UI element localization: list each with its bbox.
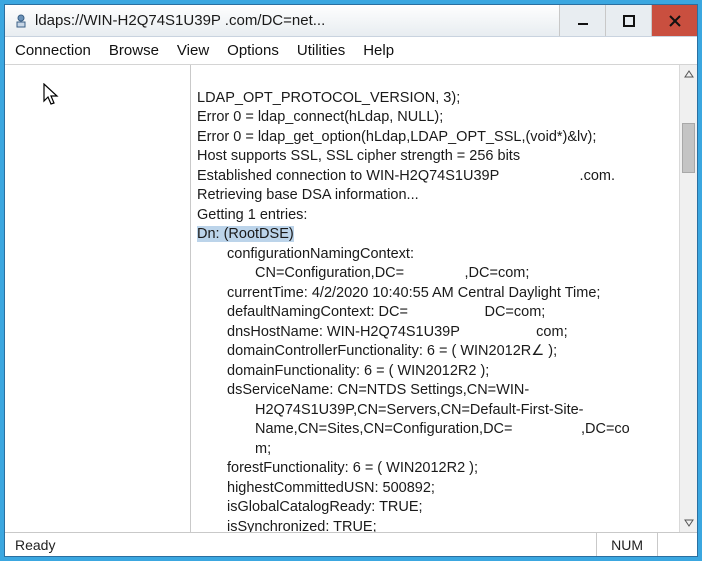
log-attr: configurationNamingContext: [197,245,673,265]
scroll-down-button[interactable] [680,514,697,532]
log-attr: isGlobalCatalogReady: TRUE; [197,498,673,518]
log-attr: forestFunctionality: 6 = ( WIN2012R2 ); [197,459,673,479]
log-line: Host supports SSL, SSL cipher strength =… [197,148,520,164]
log-line-rootdse: Dn: (RootDSE) [197,226,294,242]
log-attr: highestCommittedUSN: 500892; [197,479,673,499]
log-attr: domainControllerFunctionality: 6 = ( WIN… [197,342,673,362]
window-controls [559,5,697,36]
menu-browse[interactable]: Browse [109,42,159,59]
log-attr: isSynchronized: TRUE; [197,518,673,533]
log-attr: CN=Configuration,DC= ,DC=com; [197,264,673,284]
log-attr: H2Q74S1U39P,CN=Servers,CN=Default-First-… [197,401,673,421]
log-attr: m; [197,440,673,460]
menu-connection[interactable]: Connection [15,42,91,59]
cursor-icon [43,83,61,110]
log-attr: Name,CN=Sites,CN=Configuration,DC= ,DC=c… [197,420,673,440]
menu-view[interactable]: View [177,42,209,59]
menubar: Connection Browse View Options Utilities… [5,37,697,65]
menu-help[interactable]: Help [363,42,394,59]
log-line: Error 0 = ldap_get_option(hLdap,LDAP_OPT… [197,129,596,145]
log-attr: defaultNamingContext: DC= DC=com; [197,303,673,323]
app-icon [13,13,29,29]
log-line: Error 0 = ldap_connect(hLdap, NULL); [197,109,443,125]
menu-options[interactable]: Options [227,42,279,59]
status-ready: Ready [15,537,55,553]
tree-pane[interactable] [5,65,191,532]
close-button[interactable] [651,5,697,36]
scroll-up-button[interactable] [680,65,697,83]
scroll-track[interactable] [680,83,697,514]
log-attr: domainFunctionality: 6 = ( WIN2012R2 ); [197,362,673,382]
log-line: Retrieving base DSA information... [197,187,419,203]
maximize-button[interactable] [605,5,651,36]
log-line: LDAP_OPT_PROTOCOL_VERSION, 3); [197,90,460,106]
minimize-button[interactable] [559,5,605,36]
status-num: NUM [596,533,657,556]
scroll-thumb[interactable] [682,123,695,173]
vertical-scrollbar[interactable] [679,65,697,532]
titlebar[interactable]: ldaps://WIN-H2Q74S1U39P .com/DC=net... [5,5,697,37]
statusbar: Ready NUM [5,532,697,556]
log-output[interactable]: LDAP_OPT_PROTOCOL_VERSION, 3); Error 0 =… [191,65,679,532]
app-window: ldaps://WIN-H2Q74S1U39P .com/DC=net... C… [4,4,698,557]
log-line: Established connection to WIN-H2Q74S1U39… [197,168,615,184]
window-title: ldaps://WIN-H2Q74S1U39P .com/DC=net... [35,12,559,29]
log-attr: dsServiceName: CN=NTDS Settings,CN=WIN- [197,381,673,401]
log-attr: dnsHostName: WIN-H2Q74S1U39P com; [197,323,673,343]
output-pane: LDAP_OPT_PROTOCOL_VERSION, 3); Error 0 =… [191,65,697,532]
client-area: LDAP_OPT_PROTOCOL_VERSION, 3); Error 0 =… [5,65,697,532]
status-empty [657,533,687,556]
log-line: Getting 1 entries: [197,207,307,223]
log-attr: currentTime: 4/2/2020 10:40:55 AM Centra… [197,284,673,304]
menu-utilities[interactable]: Utilities [297,42,345,59]
